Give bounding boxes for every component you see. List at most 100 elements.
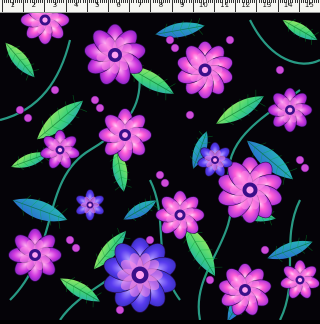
ruler-tick: [317, 0, 319, 3]
berry: [23, 113, 33, 123]
ruler-tick: [279, 0, 281, 3]
ruler-tick: [237, 0, 239, 3]
berry: [165, 35, 175, 45]
ruler-tick: [186, 0, 188, 3]
ruler-tick: [8, 0, 10, 3]
ruler-tick: [2, 0, 3, 12]
ruler-tick: [190, 0, 192, 3]
ruler-tick: [150, 0, 152, 12]
ruler-tick: [165, 0, 167, 3]
ruler-tick: [14, 0, 16, 3]
ruler-tick: [156, 0, 158, 3]
ruler-tick: [233, 0, 235, 3]
ruler-tick: [315, 0, 317, 3]
ruler-tick: [167, 0, 169, 3]
ruler-tick: [65, 0, 67, 12]
ruler-tick: [35, 0, 37, 3]
ruler-tick: [144, 0, 146, 3]
ruler-tick: [277, 0, 279, 12]
ruler-tick: [216, 0, 218, 3]
ruler-tick: [294, 0, 296, 3]
ruler-number: 4: [73, 1, 79, 9]
ruler-tick: [120, 0, 122, 3]
ruler-tick: [21, 0, 23, 3]
berry: [160, 178, 170, 188]
ruler-number: 3: [52, 1, 58, 9]
berry: [50, 85, 60, 95]
ruler-tick: [218, 0, 220, 3]
ruler-tick: [169, 0, 171, 3]
ruler-tick: [148, 0, 150, 3]
ruler-tick: [230, 0, 232, 3]
ruler-tick: [63, 0, 65, 3]
berry: [155, 170, 165, 180]
ruler-tick: [38, 0, 40, 3]
berry: [145, 235, 155, 245]
berry: [90, 95, 100, 105]
ruler-tick: [112, 0, 114, 3]
ruler-tick: [188, 0, 190, 3]
ruler-tick: [103, 0, 105, 3]
ruler-tick: [131, 0, 133, 3]
ruler-tick: [214, 0, 215, 12]
berry: [170, 43, 180, 53]
ruler-tick: [256, 0, 258, 12]
ruler-tick: [239, 0, 241, 3]
ruler-number: 11: [220, 1, 230, 9]
ruler-tick: [135, 0, 137, 3]
ruler-tick: [194, 0, 196, 3]
ruler-tick: [110, 0, 112, 3]
ruler-tick: [71, 0, 73, 3]
berry: [225, 35, 235, 45]
berry: [185, 110, 195, 120]
ruler-tick: [101, 0, 103, 3]
ruler-tick: [46, 0, 48, 3]
ruler-number: 15: [304, 1, 314, 9]
ruler-tick: [171, 0, 173, 12]
fabric-swatch: 1 2 3 4 5 6 7 8 9 10 11 12 13 14 15: [0, 0, 320, 322]
ruler-tick: [25, 0, 27, 3]
ruler-tick: [18, 0, 20, 3]
ruler-tick: [298, 0, 300, 12]
berry: [275, 65, 285, 75]
ruler-tick: [154, 0, 156, 3]
ruler-tick: [91, 0, 93, 3]
ruler-tick: [254, 0, 256, 3]
ruler-tick: [105, 0, 107, 3]
ruler-tick: [44, 0, 46, 12]
ruler-tick: [69, 0, 71, 3]
measurement-ruler: 1 2 3 4 5 6 7 8 9 10 11 12 13 14 15: [0, 0, 320, 13]
flower: [155, 190, 205, 240]
ruler-tick: [152, 0, 154, 3]
ruler-tick: [197, 0, 199, 3]
ruler-number: 10: [198, 1, 208, 9]
ruler-tick: [184, 0, 186, 3]
ruler-tick: [59, 0, 61, 3]
ruler-tick: [6, 0, 8, 3]
flower: [267, 87, 313, 133]
ruler-number: 1: [10, 1, 15, 9]
ruler-tick: [67, 0, 69, 3]
ruler-tick: [275, 0, 277, 3]
ruler-tick: [82, 0, 84, 3]
ruler-tick: [40, 0, 42, 3]
ruler-tick: [80, 0, 82, 3]
ruler-tick: [303, 0, 305, 3]
ruler-number: 12: [241, 1, 251, 9]
ruler-number: 5: [95, 1, 100, 9]
ruler-tick: [192, 0, 194, 12]
ruler-tick: [209, 0, 211, 3]
ruler-tick: [129, 0, 131, 12]
ruler-number: 14: [283, 1, 293, 9]
ruler-tick: [57, 0, 59, 3]
ruler-tick: [258, 0, 260, 3]
ruler-tick: [300, 0, 302, 3]
ruler-tick: [114, 0, 116, 3]
berry: [295, 155, 305, 165]
ruler-tick: [88, 0, 90, 3]
ruler-number: 2: [31, 1, 37, 9]
berry: [65, 235, 75, 245]
ruler-tick: [141, 0, 143, 3]
ruler-number: 8: [158, 1, 164, 9]
flower: [8, 228, 62, 282]
